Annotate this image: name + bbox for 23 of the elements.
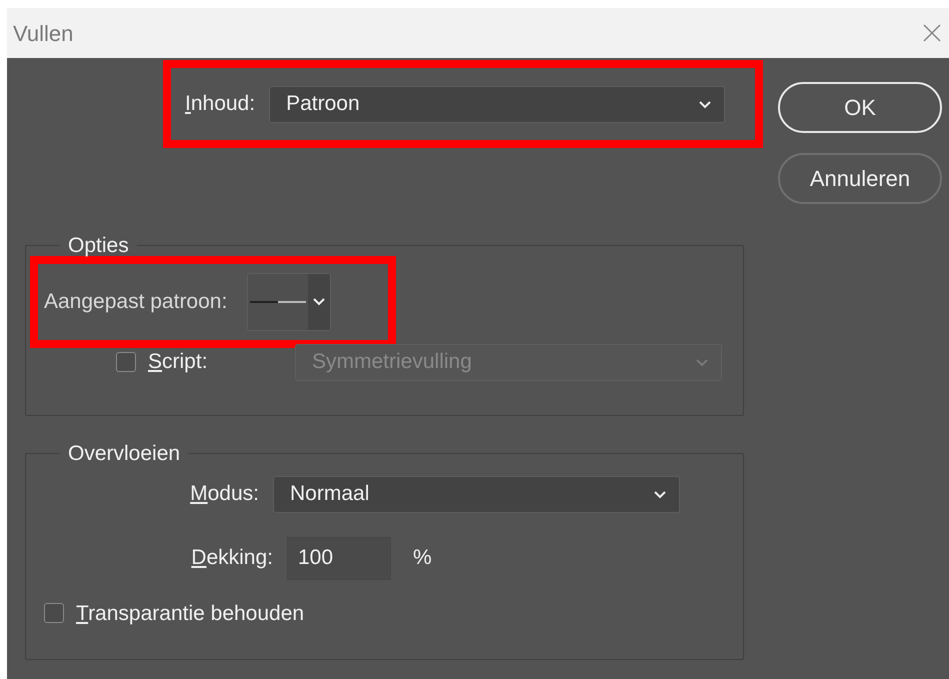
dropdown[interactable]: Patroon [269, 86, 726, 122]
caret-icon [698, 100, 712, 108]
field-label: Aangepast patroon: [44, 288, 228, 315]
dialog-button[interactable]: Annuleren [778, 153, 942, 204]
pattern-swatch-icon [250, 300, 306, 304]
field-label: Modus: [189, 481, 259, 508]
dropdown[interactable]: Normaal [273, 476, 680, 512]
pattern-picker[interactable] [247, 272, 332, 330]
opacity-input[interactable]: 100 [287, 536, 391, 580]
caret-icon [653, 490, 667, 498]
caret-icon [695, 358, 709, 366]
group-legend: Overvloeien [60, 438, 188, 470]
checkbox[interactable] [44, 603, 64, 624]
unit-label: % [413, 545, 432, 572]
checkbox-label: Transparantie behouden [76, 600, 304, 626]
checkbox-label: Script: [148, 349, 209, 376]
caret-icon [312, 297, 326, 306]
dialog-button[interactable]: OK [778, 82, 942, 133]
group-legend: Opties [60, 230, 137, 262]
close-icon[interactable] [923, 24, 941, 42]
field-label: Inhoud: [185, 91, 256, 118]
field-label: Dekking: [190, 545, 273, 572]
window-title: Vullen [13, 20, 74, 48]
